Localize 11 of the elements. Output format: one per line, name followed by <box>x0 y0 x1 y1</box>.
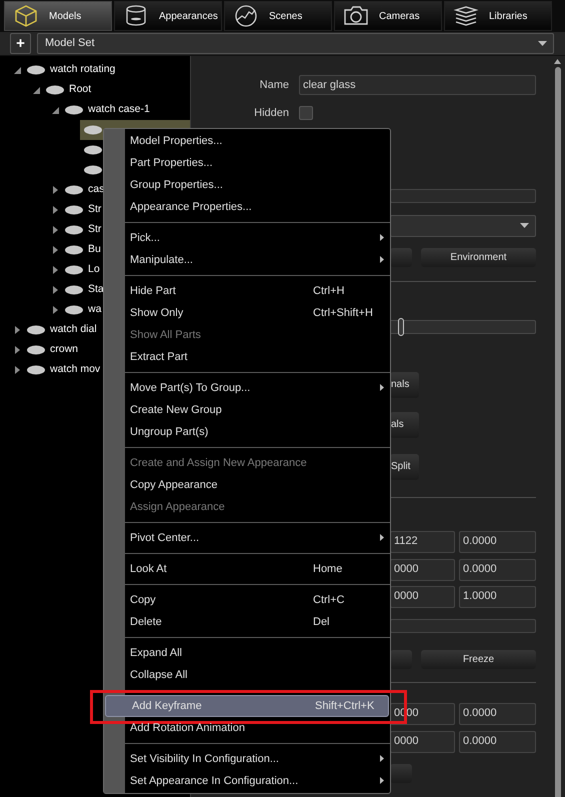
shortcut-text: Ctrl+Shift+H <box>313 306 373 321</box>
field-label: Hidden <box>253 106 289 121</box>
shortcut-text: Ctrl+C <box>313 592 344 608</box>
menu-item: Create and Assign New Appearance <box>129 456 308 471</box>
menu-item: Assign Appearance <box>129 500 226 515</box>
shortcut-text: Ctrl+H <box>313 284 344 299</box>
field-label: Name <box>258 78 289 93</box>
shortcut-text: Home <box>313 562 342 577</box>
shortcut-text: Del <box>313 614 330 630</box>
menu-item: Show All Parts <box>129 328 202 343</box>
shortcut-text: Shift+Ctrl+K <box>315 698 374 714</box>
